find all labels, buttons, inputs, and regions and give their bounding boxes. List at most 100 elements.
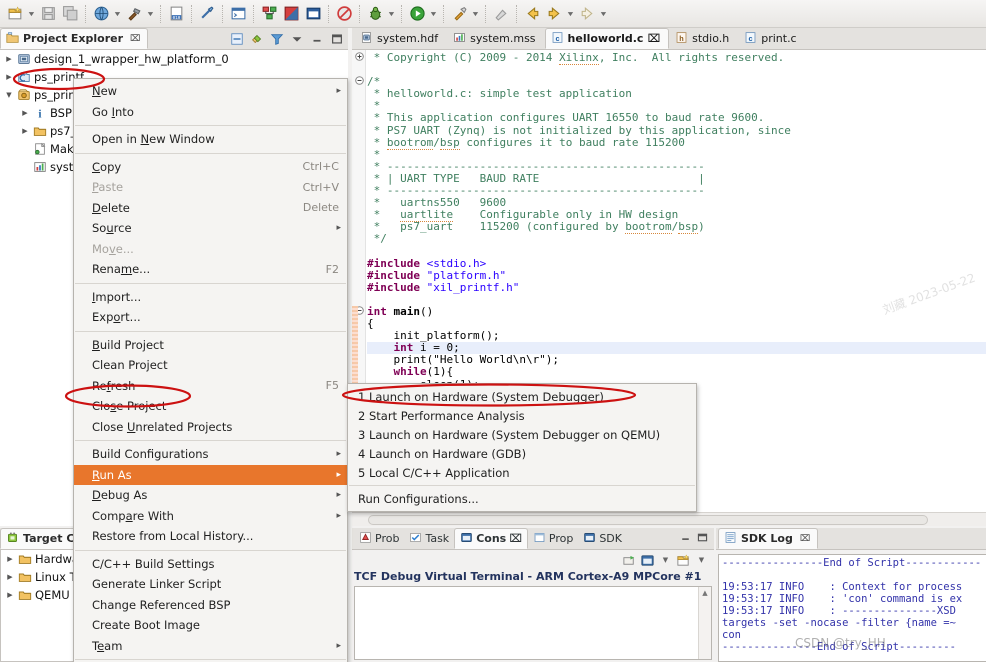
terminal-icon[interactable] (227, 3, 249, 25)
editor-tab-print-c[interactable]: c print.c (738, 28, 805, 49)
menu-item-build-configurations[interactable]: Build Configurations (74, 444, 347, 465)
forward-arrow-dropdown-arrow[interactable] (565, 3, 576, 25)
console-tab-sdk[interactable]: SDK (578, 528, 627, 549)
program-flash-icon[interactable] (302, 3, 324, 25)
run-as-submenu[interactable]: 1 Launch on Hardware (System Debugger) 2 … (347, 383, 697, 512)
scroll-up-icon[interactable]: ▲ (699, 587, 711, 599)
save-icon[interactable] (37, 3, 59, 25)
run-icon[interactable] (406, 3, 428, 25)
chevron-right-icon[interactable] (3, 573, 17, 581)
menu-item-source[interactable]: Source (74, 218, 347, 239)
close-icon[interactable]: ⌧ (800, 534, 810, 544)
minimize-icon[interactable] (679, 531, 692, 547)
console-tab-prop[interactable]: Prop (528, 528, 578, 549)
tree-item[interactable]: design_1_wrapper_hw_platform_0 (0, 50, 348, 68)
chevron-right-icon[interactable] (3, 555, 17, 563)
close-icon[interactable]: ⌧ (647, 32, 660, 45)
maximize-icon[interactable] (696, 531, 709, 547)
maximize-icon[interactable] (328, 30, 346, 48)
close-icon[interactable]: ⌧ (130, 34, 140, 44)
repository-icon[interactable] (258, 3, 280, 25)
console-vertical-scrollbar[interactable]: ▲ (698, 587, 711, 659)
console-tab-cons[interactable]: Cons ⌧ (454, 528, 528, 549)
new-console-view-icon[interactable] (675, 552, 692, 569)
display-selected-console-icon[interactable] (639, 552, 656, 569)
tab-project-explorer[interactable]: Project Explorer ⌧ (0, 28, 149, 49)
close-icon[interactable]: ⌧ (509, 532, 522, 545)
new-wizard-dropdown-arrow[interactable] (26, 3, 37, 25)
minimize-icon[interactable] (308, 30, 326, 48)
menu-item-import[interactable]: Import... (74, 287, 347, 308)
menu-item-create-boot-image[interactable]: Create Boot Image (74, 615, 347, 636)
menu-item-run-as[interactable]: Run As (74, 464, 347, 485)
editor-tab-stdio-h[interactable]: h stdio.h (669, 28, 738, 49)
xsct-console-icon[interactable] (196, 3, 218, 25)
run-as-item-3[interactable]: 3 Launch on Hardware (System Debugger on… (348, 425, 696, 444)
run-dropdown-arrow[interactable] (428, 3, 439, 25)
back-arrow-icon[interactable] (521, 3, 543, 25)
console-output[interactable]: ▲ (354, 586, 712, 660)
run-as-item-7[interactable]: Run Configurations... (348, 489, 696, 508)
external-tools-dropdown-arrow[interactable] (470, 3, 481, 25)
view-menu-icon[interactable] (288, 30, 306, 48)
menu-item-new[interactable]: New (74, 81, 347, 102)
console-tab-task[interactable]: Task (404, 528, 454, 549)
menu-item-export[interactable]: Export... (74, 307, 347, 328)
editor-tab-system-hdf[interactable]: system.hdf (354, 28, 447, 49)
run-as-item-5[interactable]: 5 Local C/C++ Application (348, 463, 696, 482)
view-filter-icon[interactable] (268, 30, 286, 48)
run-as-item-2[interactable]: 2 Start Performance Analysis (348, 406, 696, 425)
menu-item-close-project[interactable]: Close Project (74, 396, 347, 417)
build-hammer-dropdown-arrow[interactable] (145, 3, 156, 25)
chevron-right-icon[interactable] (2, 73, 16, 81)
menu-item-copy[interactable]: Copy Ctrl+C (74, 157, 347, 178)
project-context-menu[interactable]: New Go Into Open in New Window Copy Ctrl+C Pa… (73, 78, 348, 662)
menu-item-clean-project[interactable]: Clean Project (74, 355, 347, 376)
build-hammer-icon[interactable] (123, 3, 145, 25)
flash-writer-icon[interactable] (280, 3, 302, 25)
menu-item-rename[interactable]: Rename... F2 (74, 259, 347, 280)
editor-horizontal-scrollbar[interactable] (352, 512, 986, 526)
menu-item-go-into[interactable]: Go Into (74, 102, 347, 123)
next-annotation-dropdown-arrow[interactable] (598, 3, 609, 25)
menu-item-restore-from-local-history[interactable]: Restore from Local History... (74, 526, 347, 547)
open-console-icon[interactable] (621, 552, 638, 569)
menu-item-open-in-new-window[interactable]: Open in New Window (74, 129, 347, 150)
chevron-right-icon[interactable] (18, 109, 32, 117)
chevron-down-icon[interactable] (2, 91, 16, 99)
run-as-item-1[interactable]: 1 Launch on Hardware (System Debugger) (348, 387, 696, 406)
menu-item-c-c-build-settings[interactable]: C/C++ Build Settings (74, 554, 347, 575)
editor-tab-helloworld-c[interactable]: c helloworld.c ⌧ (544, 28, 670, 49)
menu-item-delete[interactable]: Delete Delete (74, 198, 347, 219)
debug-bug-icon[interactable] (364, 3, 386, 25)
console-tab-prob[interactable]: Prob (354, 528, 404, 549)
menu-item-generate-linker-script[interactable]: Generate Linker Script (74, 574, 347, 595)
console-menu-arrow-icon[interactable]: ▼ (657, 552, 674, 569)
next-annotation-icon[interactable] (576, 3, 598, 25)
debug-bug-dropdown-arrow[interactable] (386, 3, 397, 25)
tab-sdk-log[interactable]: SDK Log ⌧ (718, 528, 819, 549)
generate-linker-script-icon[interactable]: 010 (165, 3, 187, 25)
scrollbar-thumb[interactable] (368, 514, 928, 525)
new-wizard-icon[interactable] (4, 3, 26, 25)
menu-item-compare-with[interactable]: Compare With (74, 506, 347, 527)
program-fpga-icon[interactable] (90, 3, 112, 25)
program-fpga-dropdown-arrow[interactable] (112, 3, 123, 25)
menu-item-change-referenced-bsp[interactable]: Change Referenced BSP (74, 595, 347, 616)
search-icon[interactable] (490, 3, 512, 25)
save-all-icon[interactable] (59, 3, 81, 25)
sdk-log-output[interactable]: ----------------End of Script-----------… (718, 554, 986, 662)
menu-item-team[interactable]: Team (74, 636, 347, 657)
chevron-right-icon[interactable] (18, 127, 32, 135)
chevron-right-icon[interactable] (2, 55, 16, 63)
view-menu-arrow-icon[interactable]: ▼ (693, 552, 710, 569)
tab-target-connections[interactable]: Target C (0, 528, 83, 549)
menu-item-debug-as[interactable]: Debug As (74, 485, 347, 506)
debug-stop-icon[interactable] (333, 3, 355, 25)
menu-item-close-unrelated-projects[interactable]: Close Unrelated Projects (74, 417, 347, 438)
link-with-editor-icon[interactable] (248, 30, 266, 48)
forward-arrow-icon[interactable] (543, 3, 565, 25)
run-as-item-4[interactable]: 4 Launch on Hardware (GDB) (348, 444, 696, 463)
menu-item-refresh[interactable]: Refresh F5 (74, 376, 347, 397)
chevron-right-icon[interactable] (3, 591, 17, 599)
